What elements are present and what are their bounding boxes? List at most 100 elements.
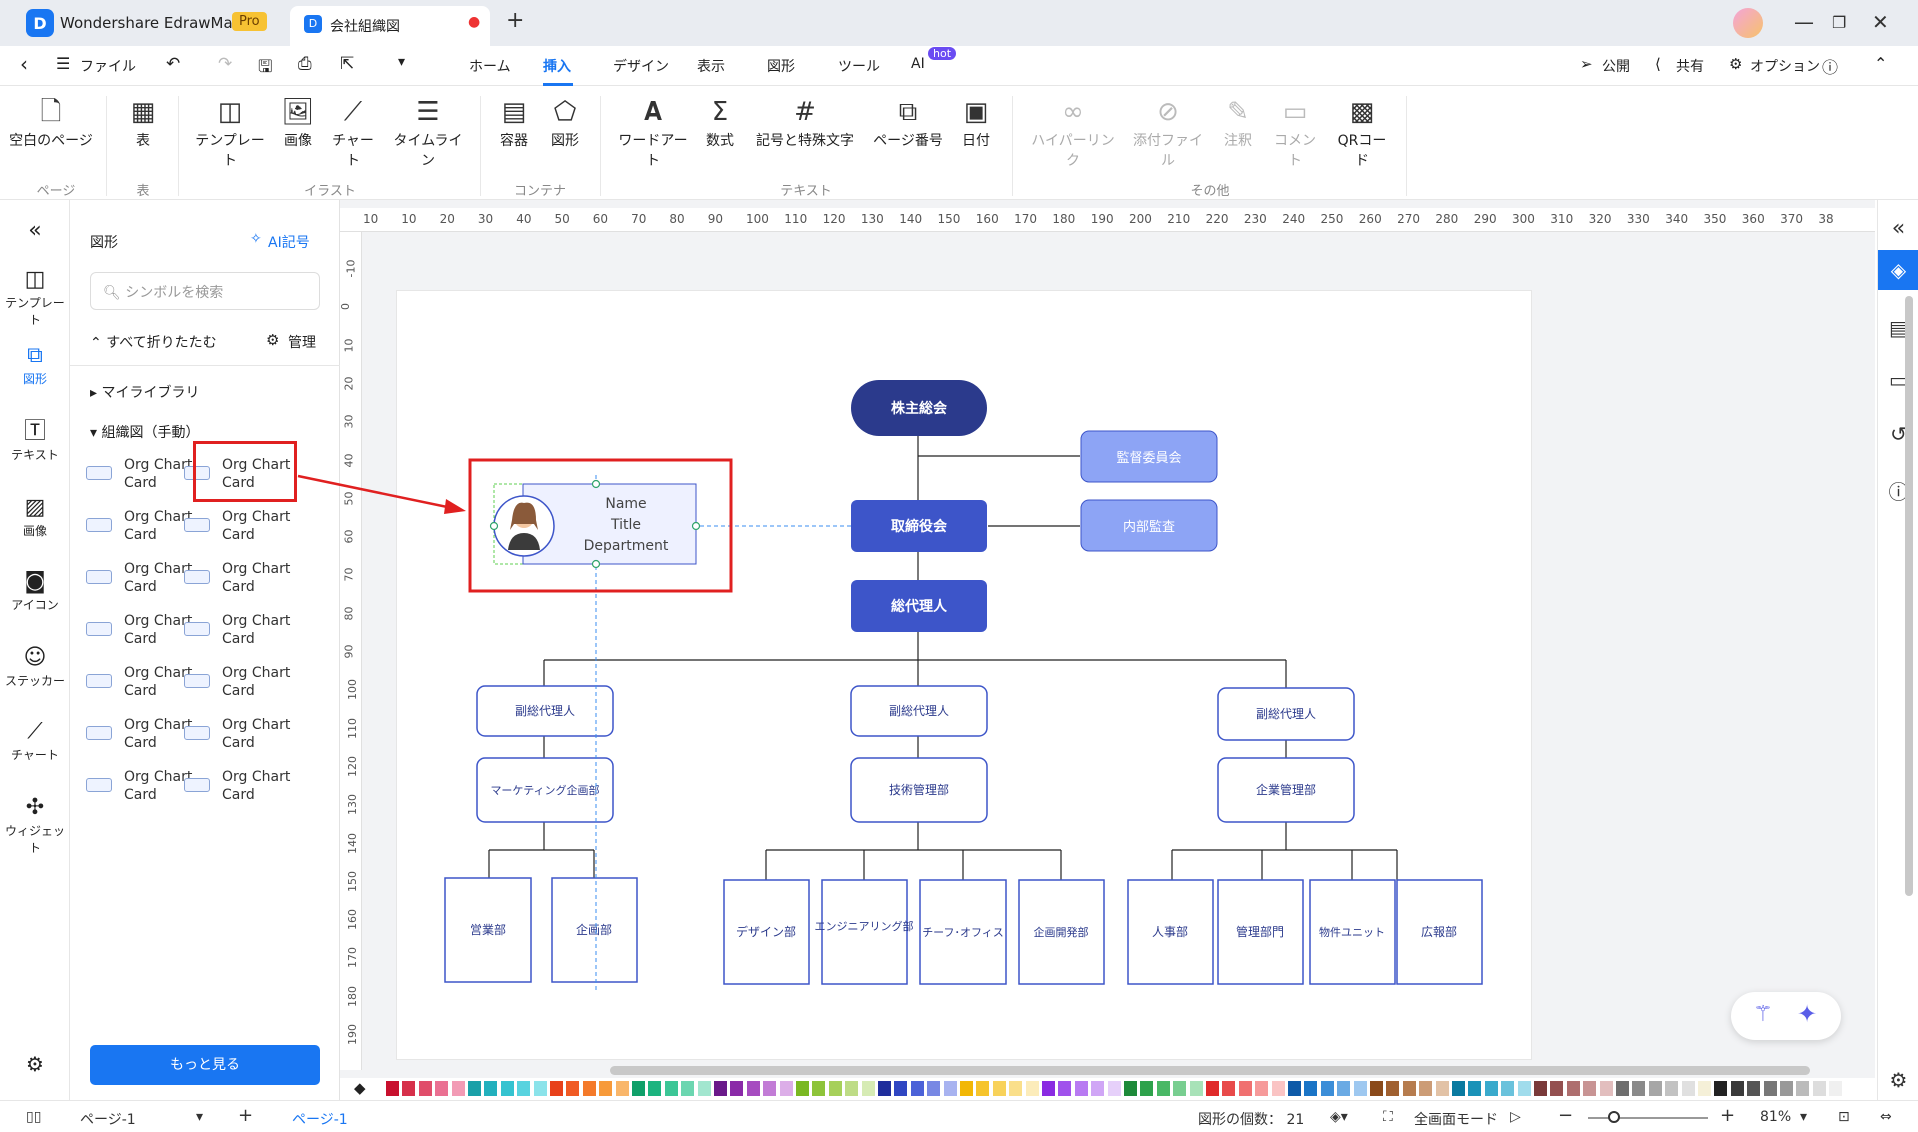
color-swatch[interactable] (1370, 1081, 1383, 1096)
add-page-button[interactable]: + (238, 1105, 253, 1126)
vertical-scrollbar[interactable] (1905, 296, 1913, 896)
chevron-down-icon[interactable]: ▾ (1800, 1109, 1807, 1125)
color-swatch[interactable] (500, 1081, 514, 1096)
color-swatch[interactable] (1632, 1081, 1646, 1096)
color-swatch[interactable] (1124, 1081, 1137, 1096)
color-swatch[interactable] (1238, 1081, 1252, 1096)
page-tab[interactable]: ページ-1 (292, 1109, 348, 1129)
color-swatch[interactable] (1468, 1081, 1482, 1096)
layers-icon[interactable]: ◈▾ (1330, 1109, 1348, 1125)
color-swatch[interactable] (632, 1081, 645, 1096)
color-swatch[interactable] (1796, 1081, 1810, 1096)
color-swatch[interactable] (1419, 1081, 1433, 1096)
zoom-level[interactable]: 81% (1760, 1109, 1791, 1125)
color-swatch[interactable] (1648, 1081, 1662, 1096)
color-swatch[interactable] (386, 1081, 399, 1096)
color-swatch[interactable] (1288, 1081, 1301, 1096)
zoom-out-button[interactable]: − (1558, 1105, 1573, 1126)
fit-page-icon[interactable]: ⊡ (1838, 1109, 1850, 1125)
color-swatch[interactable] (418, 1081, 432, 1096)
fill-style-tab[interactable]: ◈ (1878, 250, 1918, 290)
color-swatch[interactable] (697, 1081, 711, 1096)
color-swatch[interactable] (1386, 1081, 1400, 1096)
resize-handle-bottom[interactable] (591, 559, 601, 569)
play-icon[interactable]: ▷ (1510, 1109, 1521, 1125)
color-swatch[interactable] (1517, 1081, 1531, 1096)
color-swatch[interactable] (1402, 1081, 1416, 1096)
color-swatch[interactable] (1501, 1081, 1515, 1096)
fullscreen-button[interactable]: 全画面モード (1414, 1109, 1498, 1129)
resize-handle-top[interactable] (591, 479, 601, 489)
color-swatch[interactable] (1763, 1081, 1777, 1096)
color-swatch[interactable] (1681, 1081, 1695, 1096)
expand-right-panel-icon[interactable]: « (1878, 216, 1918, 241)
color-swatch[interactable] (1747, 1081, 1761, 1096)
color-swatch[interactable] (550, 1081, 563, 1096)
color-swatch[interactable] (1599, 1081, 1613, 1096)
color-swatch[interactable] (566, 1081, 580, 1096)
color-swatch[interactable] (648, 1081, 662, 1096)
zoom-in-button[interactable]: + (1720, 1105, 1735, 1126)
settings-gear-icon[interactable]: ⚙ (1878, 1068, 1918, 1092)
resize-handle-left[interactable] (489, 521, 499, 531)
color-swatch[interactable] (1320, 1081, 1334, 1096)
color-swatch[interactable] (533, 1081, 547, 1096)
color-swatch[interactable] (1829, 1081, 1843, 1096)
color-swatch[interactable] (845, 1081, 859, 1096)
color-swatch[interactable] (1255, 1081, 1269, 1096)
fill-bucket-icon[interactable]: ◆ (354, 1079, 366, 1097)
color-swatch[interactable] (1304, 1081, 1318, 1096)
color-swatch[interactable] (1058, 1081, 1072, 1096)
color-swatch[interactable] (1550, 1081, 1564, 1096)
color-swatch[interactable] (763, 1081, 777, 1096)
color-swatch[interactable] (1812, 1081, 1826, 1096)
color-swatch[interactable] (779, 1081, 793, 1096)
color-swatch[interactable] (484, 1081, 498, 1096)
ai-sparkle-icon[interactable]: ✦ (1797, 1000, 1817, 1028)
color-swatch[interactable] (730, 1081, 744, 1096)
color-swatch[interactable] (1534, 1081, 1547, 1096)
color-swatch[interactable] (1025, 1081, 1039, 1096)
color-swatch[interactable] (1698, 1081, 1711, 1096)
color-swatch[interactable] (681, 1081, 695, 1096)
color-swatch[interactable] (1337, 1081, 1351, 1096)
color-swatch[interactable] (1156, 1081, 1170, 1096)
color-swatch[interactable] (714, 1081, 727, 1096)
color-swatch[interactable] (1222, 1081, 1236, 1096)
color-swatch[interactable] (828, 1081, 842, 1096)
color-swatch[interactable] (517, 1081, 531, 1096)
color-swatch[interactable] (861, 1081, 875, 1096)
zoom-slider-thumb[interactable] (1608, 1111, 1620, 1123)
color-swatch[interactable] (1140, 1081, 1154, 1096)
page-selector[interactable]: ページ-1 (80, 1109, 136, 1129)
color-swatch[interactable] (1009, 1081, 1023, 1096)
color-swatch[interactable] (894, 1081, 908, 1096)
color-swatch[interactable] (927, 1081, 941, 1096)
color-swatch[interactable] (664, 1081, 678, 1096)
color-swatch[interactable] (1042, 1081, 1055, 1096)
magic-wand-icon[interactable]: ⚚ (1753, 1002, 1773, 1027)
zoom-slider[interactable] (1588, 1117, 1708, 1119)
color-swatch[interactable] (451, 1081, 465, 1096)
resize-handle-right[interactable] (691, 521, 701, 531)
fit-width-icon[interactable]: ⇔ (1880, 1109, 1892, 1125)
color-swatch[interactable] (746, 1081, 760, 1096)
fullscreen-icon[interactable]: ⛶ (1383, 1109, 1393, 1125)
chevron-down-icon[interactable]: ▾ (196, 1109, 203, 1125)
color-swatch[interactable] (1730, 1081, 1744, 1096)
color-swatch[interactable] (1714, 1081, 1728, 1096)
color-swatch[interactable] (599, 1081, 613, 1096)
color-swatch[interactable] (992, 1081, 1006, 1096)
color-swatch[interactable] (812, 1081, 826, 1096)
page-panel-icon[interactable]: ▯▯ (26, 1109, 41, 1125)
color-swatch[interactable] (1665, 1081, 1679, 1096)
color-swatch[interactable] (1435, 1081, 1449, 1096)
color-swatch[interactable] (615, 1081, 629, 1096)
color-swatch[interactable] (796, 1081, 809, 1096)
color-swatch[interactable] (468, 1081, 481, 1096)
horizontal-scrollbar[interactable] (610, 1066, 1810, 1075)
color-swatch[interactable] (1074, 1081, 1088, 1096)
color-swatch[interactable] (1091, 1081, 1105, 1096)
color-swatch[interactable] (1107, 1081, 1121, 1096)
color-swatch[interactable] (435, 1081, 449, 1096)
